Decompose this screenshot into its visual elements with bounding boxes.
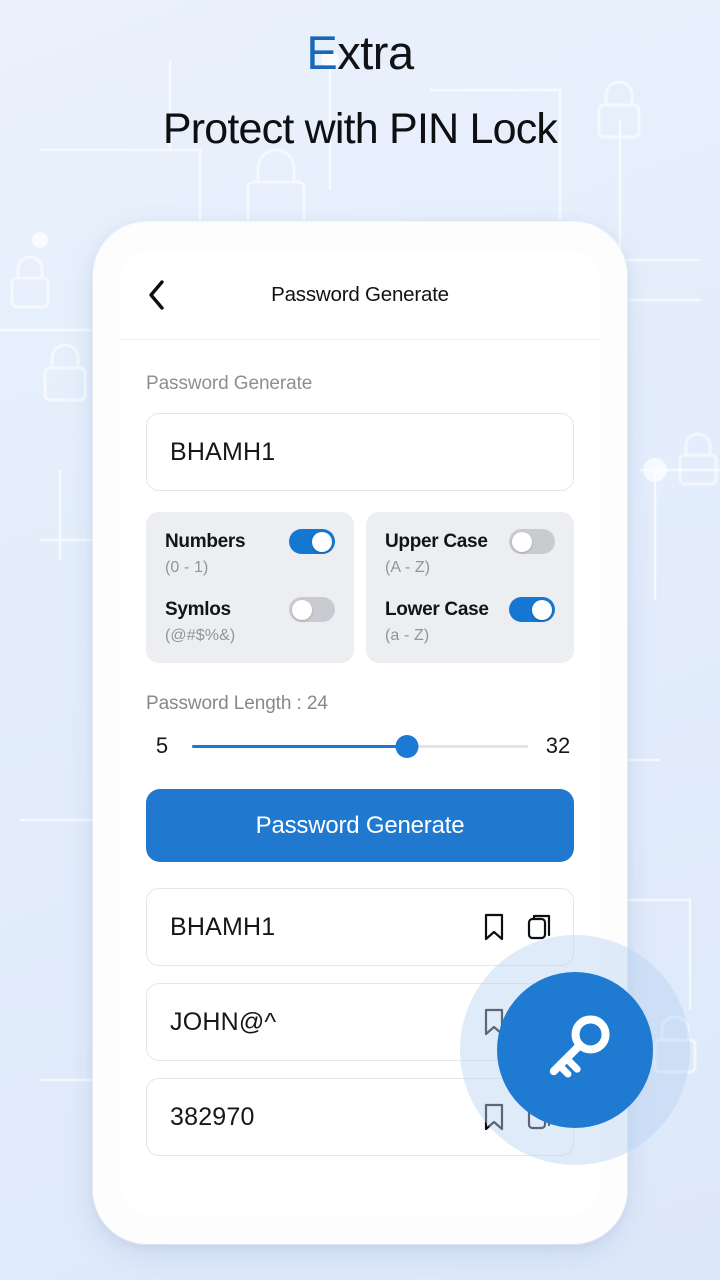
generated-password-value: BHAMH1 xyxy=(170,912,276,941)
password-field-label: Password Generate xyxy=(146,373,313,394)
headline-primary: Extra xyxy=(0,26,720,80)
toggle-knob xyxy=(312,531,332,552)
password-length-slider-row: 5 32 xyxy=(146,733,574,759)
option-numbers-hint: (0 - 1) xyxy=(165,559,209,576)
password-length-slider[interactable] xyxy=(192,733,528,759)
option-lower-case-label: Lower Case xyxy=(385,598,489,620)
app-bar: Password Generate xyxy=(119,250,601,340)
password-length-label: Password Length : 24 xyxy=(146,693,328,714)
back-button[interactable] xyxy=(135,274,177,316)
option-lower-case-hint: (a - Z) xyxy=(385,627,430,644)
option-upper-case-toggle[interactable] xyxy=(509,529,555,554)
character-options: Numbers (0 - 1) Symlos (@#$%&) Upper Cas… xyxy=(146,512,574,663)
promo-headline: Extra Protect with PIN Lock xyxy=(0,26,720,156)
generated-password-value: 382970 xyxy=(170,1102,255,1131)
password-input[interactable]: BHAMH1 xyxy=(146,413,574,491)
toggle-knob xyxy=(292,599,312,620)
chevron-left-icon xyxy=(149,279,164,310)
key-icon xyxy=(549,1015,610,1078)
slider-min-label: 5 xyxy=(155,733,169,758)
option-numbers-toggle[interactable] xyxy=(289,529,335,554)
option-upper-case-label: Upper Case xyxy=(385,530,488,552)
slider-fill xyxy=(192,744,408,748)
options-panel-right: Upper Case (A - Z) Lower Case (a - Z) xyxy=(366,512,574,663)
headline-accent-letter: E xyxy=(306,26,338,79)
toggle-knob xyxy=(512,531,532,552)
headline-subtitle: Protect with PIN Lock xyxy=(162,105,558,154)
option-upper-case-hint: (A - Z) xyxy=(385,559,431,576)
option-numbers: Numbers (0 - 1) xyxy=(165,529,335,577)
bookmark-icon[interactable] xyxy=(482,913,506,941)
option-symbols-label: Symlos xyxy=(165,598,231,620)
option-lower-case-toggle[interactable] xyxy=(509,597,555,622)
password-input-value: BHAMH1 xyxy=(170,437,276,466)
generate-password-button[interactable]: Password Generate xyxy=(146,789,574,862)
toggle-knob xyxy=(532,599,552,620)
option-symbols: Symlos (@#$%&) xyxy=(165,597,335,645)
page-title: Password Generate xyxy=(271,282,449,306)
option-lower-case: Lower Case (a - Z) xyxy=(385,597,555,645)
row-actions xyxy=(482,913,553,941)
slider-thumb[interactable] xyxy=(395,734,419,758)
option-symbols-toggle[interactable] xyxy=(289,597,335,622)
option-symbols-hint: (@#$%&) xyxy=(165,627,236,644)
key-fab-button[interactable] xyxy=(497,972,653,1128)
headline-rest: xtra xyxy=(337,26,414,79)
slider-max-label: 32 xyxy=(545,733,571,758)
options-panel-left: Numbers (0 - 1) Symlos (@#$%&) xyxy=(146,512,354,663)
option-upper-case: Upper Case (A - Z) xyxy=(385,529,555,577)
option-numbers-label: Numbers xyxy=(165,530,246,552)
generated-password-value: JOHN@^ xyxy=(170,1007,277,1036)
